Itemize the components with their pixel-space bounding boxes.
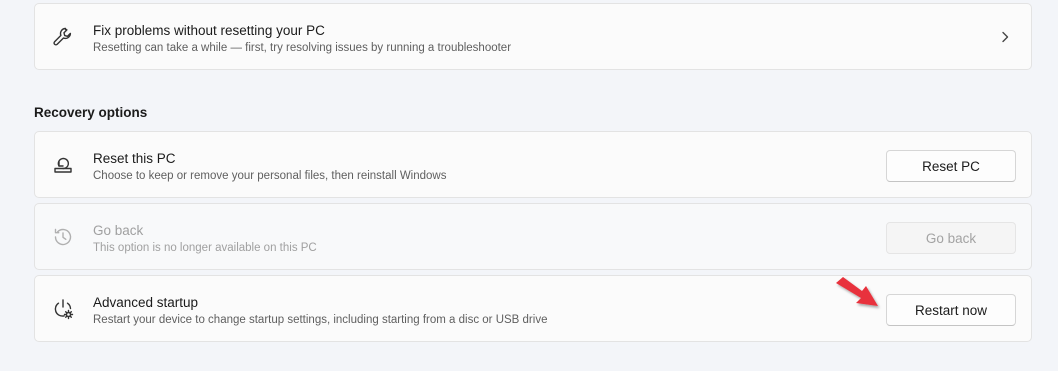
wrench-icon — [51, 25, 75, 49]
advanced-startup-card: Advanced startup Restart your device to … — [34, 275, 1032, 342]
reset-pc-description: Choose to keep or remove your personal f… — [93, 170, 447, 182]
reset-pc-card: Reset this PC Choose to keep or remove y… — [34, 131, 1032, 198]
fix-problems-card[interactable]: Fix problems without resetting your PC R… — [34, 3, 1032, 70]
fix-problems-description: Resetting can take a while — first, try … — [93, 42, 512, 54]
history-icon — [51, 225, 75, 249]
go-back-button: Go back — [886, 222, 1016, 254]
advanced-startup-description: Restart your device to change startup se… — [93, 314, 548, 326]
recovery-options-heading: Recovery options — [34, 105, 148, 120]
annotation-arrow-icon — [836, 277, 878, 306]
go-back-card: Go back This option is no longer availab… — [34, 203, 1032, 270]
restart-now-button[interactable]: Restart now — [886, 294, 1016, 326]
go-back-title: Go back — [93, 223, 144, 238]
go-back-description: This option is no longer available on th… — [93, 242, 317, 254]
reset-pc-button[interactable]: Reset PC — [886, 150, 1016, 182]
fix-problems-title: Fix problems without resetting your PC — [93, 23, 325, 38]
recovery-settings-page: Fix problems without resetting your PC R… — [0, 0, 1058, 371]
chevron-right-icon — [997, 29, 1013, 45]
power-settings-icon — [51, 297, 75, 321]
reset-pc-title: Reset this PC — [93, 151, 176, 166]
reset-pc-icon — [51, 153, 75, 177]
advanced-startup-title: Advanced startup — [93, 295, 199, 310]
